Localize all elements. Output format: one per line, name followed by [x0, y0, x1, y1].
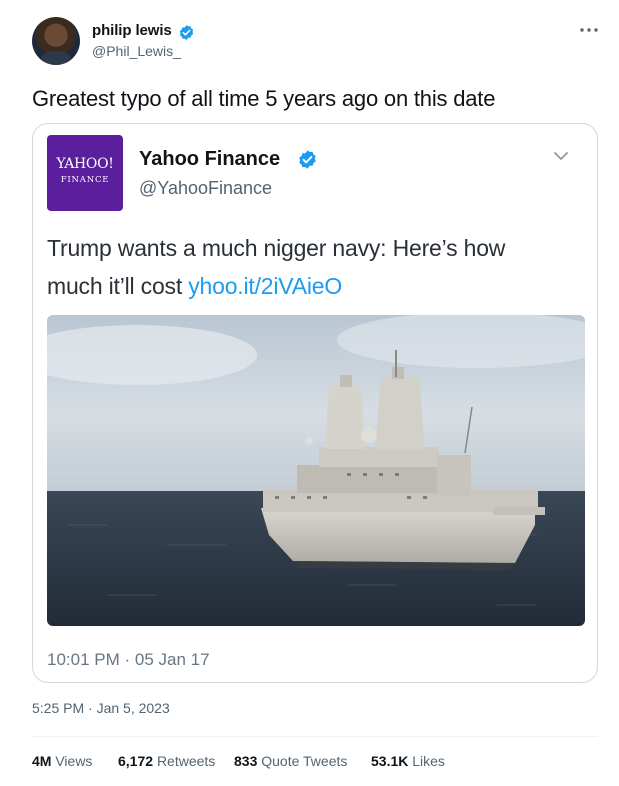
verified-badge-icon — [179, 25, 194, 40]
avatar[interactable] — [32, 17, 80, 65]
tweet: philip lewis @Phil_Lewis_ Greatest typo … — [0, 0, 619, 786]
views-label: Views — [55, 753, 93, 769]
retweets-label: Retweets — [156, 753, 216, 769]
quoted-text-line1: Trump wants a much nigger navy: Here’s h… — [47, 235, 506, 261]
quoted-text-line2: much it’ll cost yhoo.it/2iVAieO — [47, 267, 577, 305]
tweet-timestamp[interactable]: 5:25 PM · Jan 5, 2023 — [32, 700, 170, 716]
quoted-author-name[interactable]: Yahoo Finance — [139, 148, 280, 171]
likes-count: 53.1K — [371, 753, 409, 769]
verified-badge-icon — [299, 150, 316, 169]
logo-line1: YAHOO! — [56, 156, 114, 172]
quote-tweets-count: 833 — [234, 753, 258, 769]
logo-line2: FINANCE — [60, 175, 110, 185]
quoted-tweet-text: Trump wants a much nigger navy: Here’s h… — [47, 229, 577, 305]
retweets-stat[interactable]: 6,172 Retweets — [118, 753, 215, 769]
retweets-count: 6,172 — [118, 753, 154, 769]
likes-stat[interactable]: 53.1K Likes — [371, 753, 445, 769]
quote-tweets-stat[interactable]: 833 Quote Tweets — [234, 753, 347, 769]
author-name[interactable]: philip lewis — [92, 22, 172, 39]
yahoo-finance-logo[interactable]: YAHOO! FINANCE — [47, 135, 123, 211]
likes-label: Likes — [412, 753, 445, 769]
quoted-link[interactable]: yhoo.it/2iVAieO — [188, 273, 342, 299]
views-stat[interactable]: 4M Views — [32, 753, 92, 769]
chevron-down-icon[interactable] — [551, 146, 571, 166]
quote-tweets-label: Quote Tweets — [261, 753, 348, 769]
quoted-tweet[interactable]: YAHOO! FINANCE Yahoo Finance @YahooFinan… — [32, 123, 598, 683]
divider — [32, 736, 598, 737]
quoted-media-ship-photo[interactable] — [47, 315, 585, 626]
quoted-author-handle[interactable]: @YahooFinance — [139, 178, 272, 199]
views-count: 4M — [32, 753, 52, 769]
more-icon[interactable] — [578, 20, 600, 40]
quoted-text-line2-body: much it’ll cost — [47, 273, 189, 299]
quoted-tweet-time[interactable]: 10:01 PM · 05 Jan 17 — [47, 650, 210, 670]
tweet-text: Greatest typo of all time 5 years ago on… — [32, 86, 496, 111]
author-handle[interactable]: @Phil_Lewis_ — [92, 43, 181, 59]
